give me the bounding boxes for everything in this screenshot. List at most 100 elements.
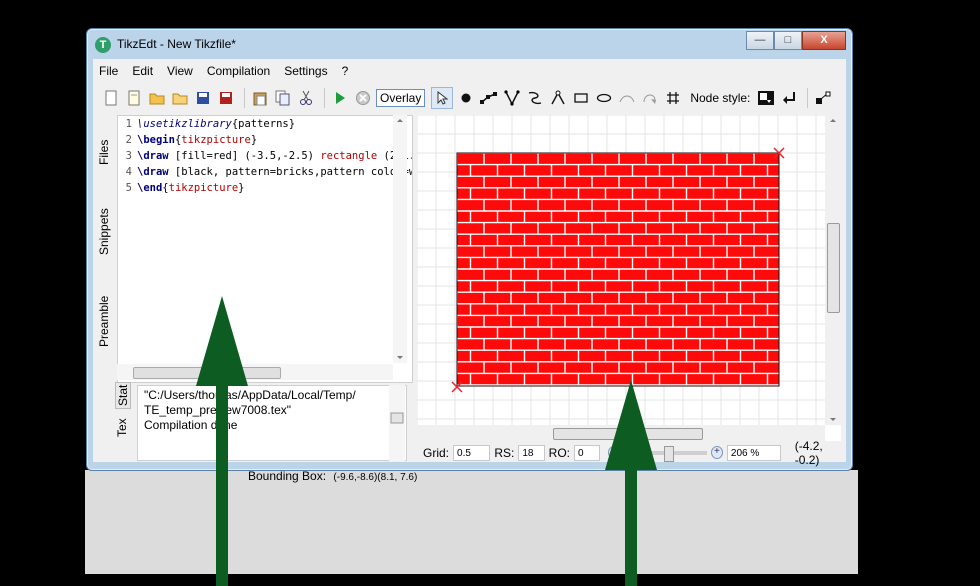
side-tabs: Files Snippets Preamble — [93, 115, 117, 347]
code-line[interactable]: 2 \begin{tikzpicture} — [118, 134, 257, 150]
minimize-button[interactable]: — — [746, 31, 774, 50]
node-tool-icon[interactable] — [456, 88, 476, 108]
preview-canvas[interactable] — [417, 115, 841, 441]
code-token: \draw — [137, 166, 169, 178]
canvas-vertical-scroll-thumb[interactable] — [827, 223, 840, 313]
zoom-select[interactable]: 206 % — [726, 444, 781, 461]
toolbar: Overlay Node style: — [93, 83, 846, 113]
canvas-horizontal-scroll-thumb[interactable] — [553, 428, 703, 440]
toolbar-separator — [807, 88, 809, 108]
node-style-dropdown[interactable] — [756, 88, 776, 108]
code-line[interactable]: 3 \draw [fill=red] (-3.5,-2.5) rectangle … — [118, 150, 412, 166]
canvas-horizontal-scrollbar[interactable] — [417, 425, 825, 441]
code-editor[interactable]: 1 \usetikzlibrary{patterns} 2 \begin{tikzpi… — [117, 115, 413, 383]
zoom-out-icon[interactable]: − — [608, 446, 621, 459]
code-line[interactable]: 1 \usetikzlibrary{patterns} — [118, 118, 295, 134]
tab-status[interactable]: Stat — [115, 381, 131, 409]
preview-drawing[interactable] — [417, 115, 825, 425]
menu-bar: File Edit View Compilation Settings ? — [93, 59, 846, 83]
log-line: "C:/Users/thomas/AppData/Local/Temp/ — [144, 388, 356, 402]
rs-label: RS: — [494, 445, 515, 460]
bounding-box-value: (-9.6,-8.6)(8.1, 7.6) — [333, 472, 418, 483]
line-number: 4 — [125, 166, 132, 178]
bounding-box-readout: Bounding Box: (-9.6,-8.6)(8.1, 7.6) — [248, 469, 417, 483]
line-number: 5 — [125, 182, 132, 194]
log-line: Compilation done — [144, 418, 238, 432]
code-token: tikzpicture — [168, 182, 239, 194]
overlay-toggle-button[interactable]: Overlay — [376, 89, 426, 107]
zoom-in-icon[interactable]: + — [710, 446, 723, 459]
code-line[interactable]: 4 \draw [black, pattern=bricks,pattern co… — [118, 166, 413, 182]
arc-tool-icon[interactable] — [548, 88, 568, 108]
compilation-log: "C:/Users/thomas/AppData/Local/Temp/ TE_… — [137, 385, 407, 461]
select-tool-icon[interactable] — [431, 87, 454, 109]
return-arrow-icon[interactable] — [779, 88, 799, 108]
tikzedt-logo-icon: T — [95, 37, 111, 53]
grid-select[interactable]: 0.5 — [453, 444, 491, 461]
main-window: T TikzEdt - New Tikzfile* — □ X File Edi… — [86, 28, 853, 483]
tab-files[interactable]: Files — [97, 140, 111, 165]
code-token: [fill=red] (-3.5,-2.5) — [168, 150, 321, 162]
cut-icon[interactable] — [296, 88, 316, 108]
edge-tool-icon[interactable] — [502, 88, 522, 108]
zoom-slider[interactable] — [624, 445, 707, 462]
code-token: \usetikzlibrary — [137, 118, 232, 130]
bezier-tool-icon[interactable] — [525, 88, 545, 108]
menu-help[interactable]: ? — [342, 64, 349, 78]
menu-view[interactable]: View — [167, 64, 193, 78]
zoom-slider-knob[interactable] — [664, 445, 675, 462]
editor-vertical-scrollbar[interactable] — [393, 115, 407, 363]
ellipse-tool-icon[interactable] — [594, 88, 614, 108]
paste-icon[interactable] — [250, 88, 270, 108]
open-folder-icon[interactable] — [170, 88, 190, 108]
code-token: \begin — [137, 134, 175, 146]
arc-curve-icon[interactable] — [617, 88, 637, 108]
menu-compilation[interactable]: Compilation — [207, 64, 270, 78]
line-number: 3 — [125, 150, 132, 162]
code-line[interactable]: 5 \end{tikzpicture} — [118, 182, 245, 198]
compile-run-icon[interactable] — [330, 88, 350, 108]
grid-tool-icon[interactable] — [663, 88, 683, 108]
code-token: tikzpicture — [181, 134, 251, 146]
save-icon[interactable] — [193, 88, 213, 108]
open-icon[interactable] — [147, 88, 167, 108]
new-from-template-icon[interactable] — [124, 88, 144, 108]
copy-icon[interactable] — [273, 88, 293, 108]
rectangle-tool-icon[interactable] — [571, 88, 591, 108]
toolbar-separator — [324, 88, 325, 108]
tab-tex-output[interactable]: Tex — [115, 418, 129, 437]
editor-horizontal-scrollbar[interactable] — [117, 364, 393, 380]
rs-input[interactable]: 18 — [518, 444, 545, 461]
log-vertical-scrollbar[interactable] — [389, 385, 405, 461]
code-token: } — [250, 134, 258, 146]
close-button[interactable]: X — [802, 31, 846, 50]
code-token: {patterns} — [231, 118, 296, 130]
editor-scroll-thumb[interactable] — [133, 367, 281, 379]
path-tool-icon[interactable] — [479, 88, 499, 108]
bounding-box-label: Bounding Box: — [248, 469, 327, 483]
code-token: rectangle — [320, 150, 378, 162]
code-token: \draw — [137, 150, 169, 162]
ro-input[interactable]: 0 — [574, 444, 601, 461]
node-style-label: Node style: — [690, 91, 751, 105]
canvas-vertical-scrollbar[interactable] — [825, 115, 841, 425]
menu-settings[interactable]: Settings — [284, 64, 327, 78]
tab-snippets[interactable]: Snippets — [97, 208, 111, 255]
abort-icon[interactable] — [353, 88, 373, 108]
menu-edit[interactable]: Edit — [132, 64, 153, 78]
title-bar[interactable]: T TikzEdt - New Tikzfile* — □ X — [87, 29, 852, 59]
grid-label: Grid: — [423, 445, 450, 460]
new-file-icon[interactable] — [101, 88, 121, 108]
cursor-coordinates: (-4.2, -0.2) — [794, 438, 823, 467]
menu-file[interactable]: File — [99, 64, 118, 78]
code-token: [black, pattern=bricks,pattern color=whi… — [168, 166, 413, 178]
maximize-button[interactable]: □ — [774, 31, 802, 50]
tab-preamble[interactable]: Preamble — [97, 296, 111, 347]
smooth-curve-tool-icon[interactable] — [640, 88, 660, 108]
line-number: 1 — [125, 118, 132, 130]
export-pdf-icon[interactable] — [216, 88, 236, 108]
line-number: 2 — [125, 134, 132, 146]
code-token: \end — [137, 182, 163, 194]
edge-style-icon[interactable] — [813, 88, 833, 108]
toolbar-separator — [244, 88, 245, 108]
